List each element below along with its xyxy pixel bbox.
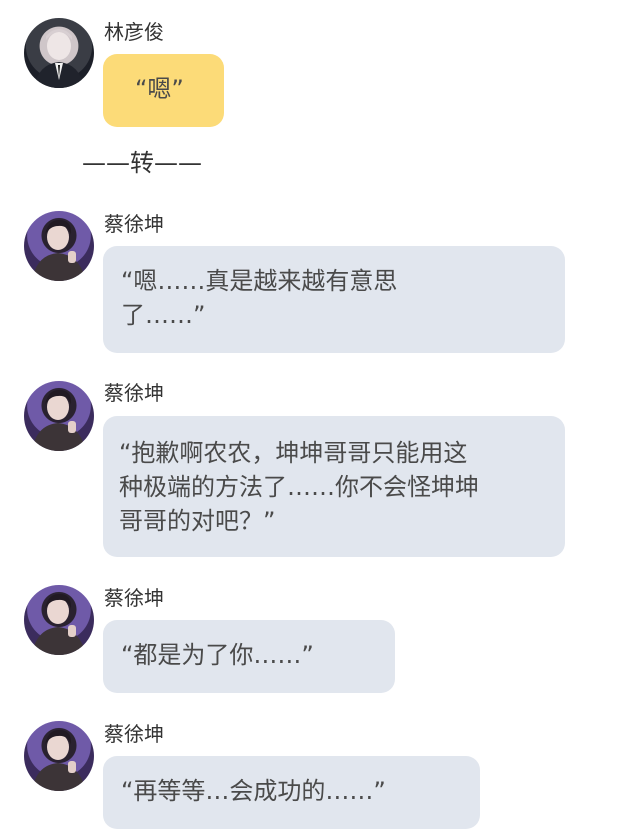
message-bubble[interactable]: “抱歉啊农农，坤坤哥哥只能用这 种极端的方法了……你不会怪坤坤 哥哥的对吧？” (103, 416, 565, 557)
sender-name: 蔡徐坤 (104, 586, 164, 610)
sender-name: 蔡徐坤 (104, 212, 164, 236)
avatar[interactable] (24, 381, 94, 451)
message-bubble[interactable]: “嗯……真是越来越有意思 了……” (103, 246, 565, 353)
message-bubble[interactable]: “再等等…会成功的……” (103, 756, 480, 829)
avatar[interactable] (24, 585, 94, 655)
person-avatar-icon (32, 593, 86, 655)
person-avatar-icon (32, 389, 86, 451)
message-bubble[interactable]: “嗯” (103, 54, 224, 127)
sender-name: 蔡徐坤 (104, 381, 164, 405)
sender-name: 林彦俊 (104, 20, 164, 44)
person-avatar-icon (32, 219, 86, 281)
chapter-divider: ——转—— (82, 149, 202, 177)
avatar[interactable] (24, 721, 94, 791)
sender-name: 蔡徐坤 (104, 722, 164, 746)
person-avatar-icon (32, 729, 86, 791)
avatar[interactable] (24, 18, 94, 88)
avatar[interactable] (24, 211, 94, 281)
person-avatar-icon (34, 29, 84, 88)
message-bubble[interactable]: “都是为了你……” (103, 620, 395, 693)
